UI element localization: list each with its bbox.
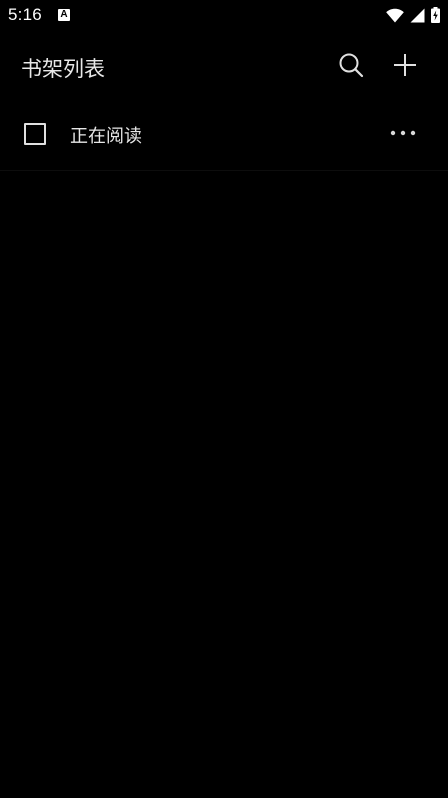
status-bar: 5:16 A	[0, 0, 448, 32]
cell-signal-icon	[410, 8, 425, 22]
shelf-label: 正在阅读	[70, 126, 142, 147]
status-time: 5:16	[8, 5, 42, 24]
status-icons	[386, 6, 440, 24]
page-title: 书架列表	[21, 57, 105, 81]
search-icon	[339, 53, 364, 78]
battery-charging-icon	[431, 7, 440, 23]
wifi-icon	[386, 8, 404, 22]
shelf-list: 正在阅读	[0, 98, 448, 171]
add-icon	[394, 54, 416, 76]
shelf-checkbox[interactable]	[24, 123, 46, 145]
more-options-button[interactable]	[384, 120, 422, 146]
app-bar: 书架列表	[0, 32, 448, 98]
list-item[interactable]: 正在阅读	[0, 98, 448, 171]
notification-a-icon: A	[58, 9, 70, 21]
add-button[interactable]	[390, 50, 420, 80]
search-button[interactable]	[336, 50, 366, 80]
more-horizontal-icon	[390, 130, 416, 136]
